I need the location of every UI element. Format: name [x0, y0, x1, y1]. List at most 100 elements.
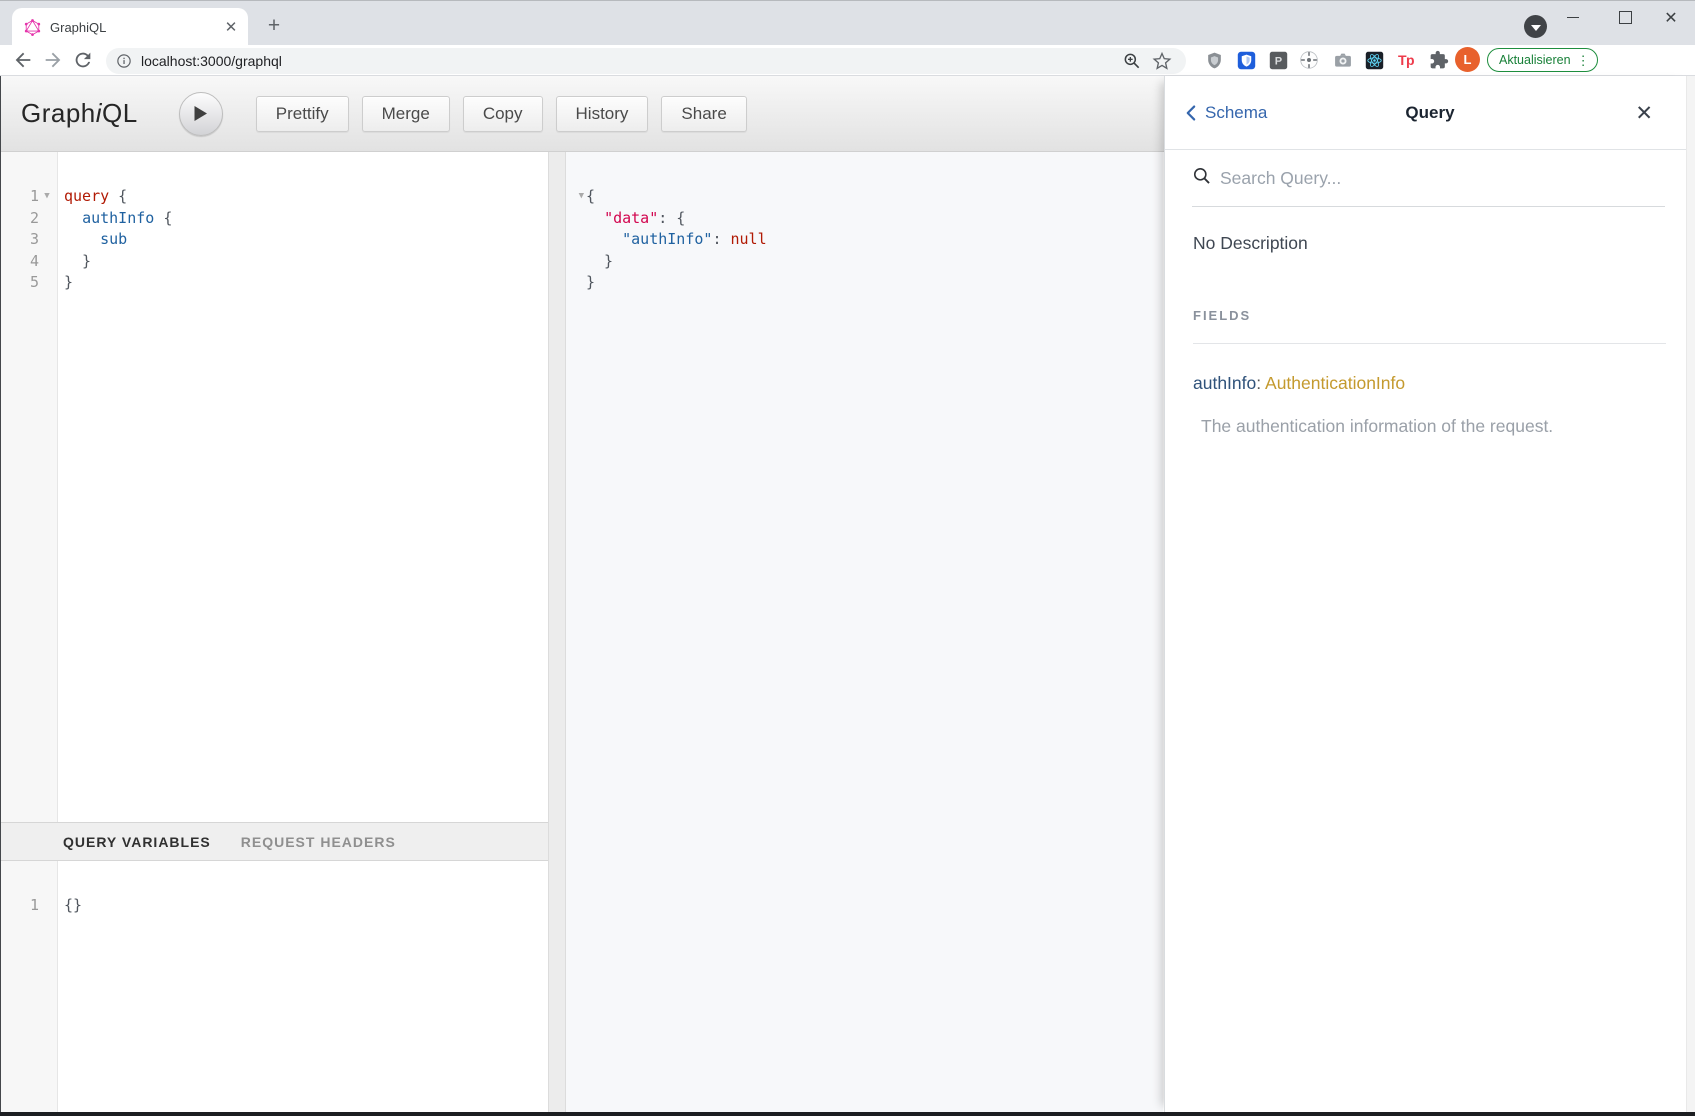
line-number: 2 [1, 208, 39, 230]
fold-marker-icon[interactable]: ▼ [579, 186, 584, 208]
ublock-extension-icon[interactable] [1203, 49, 1225, 71]
fold-marker-icon [39, 251, 55, 273]
code-token: { [109, 187, 127, 205]
target-extension-icon[interactable] [1298, 49, 1320, 71]
window-maximize-button[interactable] [1602, 1, 1648, 34]
menu-dots-icon[interactable]: ⋮ [1577, 54, 1590, 67]
doc-scrollbar-track[interactable] [1686, 76, 1695, 1112]
graphiql-toolbar: Prettify Merge Copy History Share [256, 96, 747, 132]
line-number [568, 208, 579, 230]
doc-field-type-link[interactable]: AuthenticationInfo [1265, 373, 1405, 393]
fold-marker-icon [579, 229, 584, 251]
code-token [586, 230, 622, 248]
bookmark-star-icon[interactable] [1152, 51, 1172, 76]
p-extension-icon[interactable]: P [1267, 49, 1289, 71]
code-token: : { [658, 209, 685, 227]
new-tab-button[interactable]: + [262, 14, 286, 38]
doc-search-field[interactable]: Search Query... [1165, 150, 1695, 206]
url-text: localhost:3000/graphql [141, 53, 282, 69]
code-line[interactable]: "data": { [586, 208, 1159, 230]
toolbar-button-copy[interactable]: Copy [463, 96, 543, 132]
code-token: { [586, 187, 595, 205]
code-token: } [64, 252, 91, 270]
line-number: 1 [1, 895, 39, 917]
toolbar-button-merge[interactable]: Merge [362, 96, 450, 132]
doc-fields-header: FIELDS [1193, 308, 1251, 323]
forward-button[interactable] [42, 49, 64, 71]
play-icon [193, 105, 208, 122]
code-line[interactable]: "authInfo": null [586, 229, 1159, 251]
fold-marker-icon [579, 251, 584, 273]
window-close-button[interactable]: ✕ [1648, 1, 1694, 34]
code-token [64, 230, 100, 248]
code-line[interactable]: } [64, 272, 544, 294]
site-info-icon[interactable] [115, 52, 133, 70]
camera-extension-icon[interactable] [1332, 49, 1354, 71]
fold-marker-icon [39, 229, 55, 251]
query-variables-editor[interactable]: 1 {} [1, 861, 548, 1112]
fold-marker-icon[interactable]: ▼ [39, 186, 55, 208]
code-line[interactable]: authInfo { [64, 208, 544, 230]
code-line[interactable]: { [586, 186, 1159, 208]
code-token: authInfo [82, 209, 154, 227]
code-line[interactable]: } [586, 251, 1159, 273]
code-token: query [64, 187, 109, 205]
profile-avatar[interactable]: L [1455, 47, 1480, 72]
code-token: : [712, 230, 730, 248]
fold-marker-icon [39, 272, 55, 294]
fold-marker-icon [39, 208, 55, 230]
code-token: null [731, 230, 767, 248]
search-underline [1192, 206, 1665, 207]
code-line[interactable]: } [64, 251, 544, 273]
line-number [568, 251, 579, 273]
doc-title: Query [1165, 76, 1695, 150]
doc-divider [1193, 343, 1666, 344]
doc-explorer-panel: Schema Query ✕ Search Query... No Descri… [1164, 76, 1695, 1112]
bitwarden-extension-icon[interactable] [1235, 49, 1257, 71]
taskbar-edge [0, 1112, 1695, 1116]
line-number: 5 [1, 272, 39, 294]
code-token [586, 209, 604, 227]
doc-field-name-link[interactable]: authInfo [1193, 373, 1256, 393]
code-line[interactable]: {} [64, 895, 544, 917]
code-token: } [64, 273, 73, 291]
graphql-favicon-icon [24, 19, 41, 36]
window-minimize-button[interactable] [1550, 1, 1596, 34]
react-devtools-extension-icon[interactable] [1363, 49, 1385, 71]
minimize-icon [1567, 17, 1579, 18]
toolbar-button-prettify[interactable]: Prettify [256, 96, 349, 132]
tampermonkey-extension-icon[interactable]: Tp [1395, 49, 1417, 71]
browser-tab[interactable]: GraphiQL ✕ [12, 8, 248, 46]
graphiql-logo: GraphiQL [21, 98, 138, 129]
back-button[interactable] [12, 49, 34, 71]
line-number [568, 272, 579, 294]
zoom-indicator-icon[interactable] [1122, 51, 1142, 76]
update-browser-button[interactable]: Aktualisieren ⋮ [1487, 48, 1598, 72]
tab-close-icon[interactable]: ✕ [222, 18, 240, 36]
response-viewer: ▼ { "data": { "authInfo": null }} [566, 152, 1163, 1112]
doc-close-button[interactable]: ✕ [1635, 76, 1653, 150]
code-token: "authInfo" [622, 230, 712, 248]
fold-marker-icon [579, 272, 584, 294]
query-editor[interactable]: 1▼2345 query { authInfo { sub }} [1, 152, 548, 822]
tab-strip: GraphiQL ✕ + ✕ [0, 0, 1695, 45]
extensions-puzzle-icon[interactable] [1428, 49, 1450, 71]
pane-resize-divider[interactable] [548, 152, 566, 1112]
execute-query-button[interactable] [179, 92, 223, 136]
code-line[interactable]: sub [64, 229, 544, 251]
toolbar-button-share[interactable]: Share [661, 96, 746, 132]
variables-tab-request-headers[interactable]: REQUEST HEADERS [241, 834, 396, 850]
tab-search-button[interactable] [1524, 15, 1547, 38]
code-token: sub [100, 230, 127, 248]
variables-tab-bar: QUERY VARIABLES REQUEST HEADERS [1, 822, 548, 861]
variables-tab-query-variables[interactable]: QUERY VARIABLES [63, 834, 211, 850]
url-bar[interactable]: localhost:3000/graphql [106, 48, 1186, 74]
doc-no-description: No Description [1193, 233, 1308, 254]
code-line[interactable]: } [586, 272, 1159, 294]
doc-search-placeholder: Search Query... [1220, 168, 1341, 189]
code-token: {} [64, 896, 82, 914]
toolbar-button-history[interactable]: History [556, 96, 649, 132]
code-line[interactable]: query { [64, 186, 544, 208]
reload-button[interactable] [72, 49, 94, 71]
code-token: } [586, 252, 613, 270]
